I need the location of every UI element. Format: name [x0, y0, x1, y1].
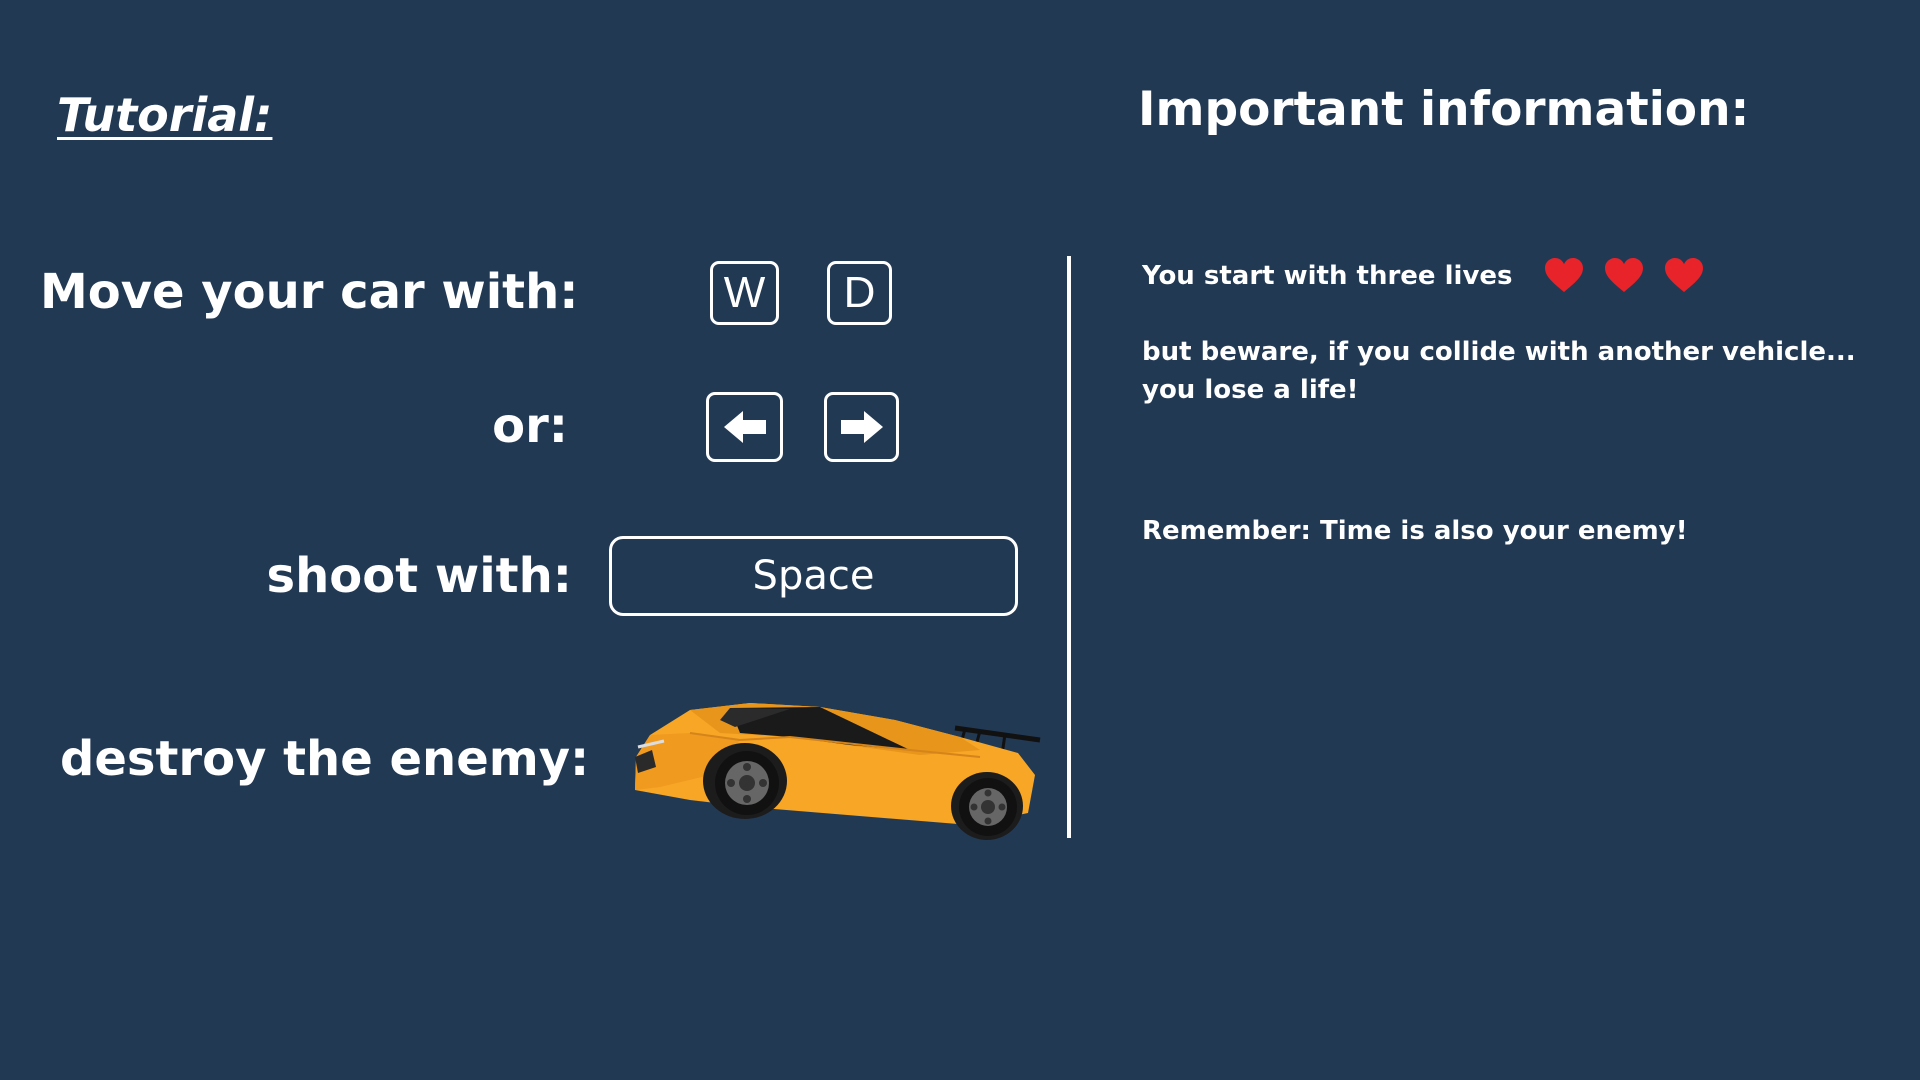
heart-icon — [1605, 258, 1643, 292]
tutorial-title: Tutorial: — [57, 88, 273, 142]
lives-hearts — [1544, 258, 1704, 294]
car-icon — [635, 703, 1041, 840]
section-divider — [1067, 256, 1071, 838]
key-w: W — [710, 261, 779, 325]
destroy-label: destroy the enemy: — [60, 731, 590, 787]
key-space: Space — [609, 536, 1018, 616]
lives-text: You start with three lives — [1142, 261, 1513, 291]
key-d: D — [827, 261, 892, 325]
arrow-left-icon — [723, 411, 766, 443]
key-right-arrow — [824, 392, 899, 462]
arrow-right-icon — [840, 411, 883, 443]
move-label: Move your car with: — [40, 264, 579, 320]
beware-text-line2: you lose a life! — [1142, 375, 1359, 405]
shoot-label: shoot with: — [266, 548, 572, 604]
heart-icon — [1545, 258, 1583, 292]
or-label: or: — [492, 398, 568, 454]
key-left-arrow — [706, 392, 783, 462]
remember-text: Remember: Time is also your enemy! — [1142, 516, 1688, 546]
heart-icon — [1665, 258, 1703, 292]
beware-text-line1: but beware, if you collide with another … — [1142, 337, 1856, 367]
info-title: Important information: — [1138, 82, 1750, 137]
